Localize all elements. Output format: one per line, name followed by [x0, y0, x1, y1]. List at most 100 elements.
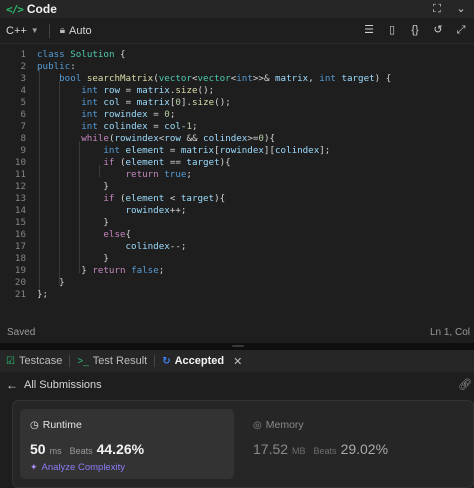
tab-label: Test Result: [92, 355, 148, 367]
expand-icon[interactable]: ⤢: [454, 23, 468, 37]
line-number: 10: [14, 157, 26, 168]
code-line: 17 colindex--;: [0, 241, 474, 253]
performance-card: ◷ Runtime 50 ms Beats 44.26% ✦ Analyze C…: [12, 400, 474, 488]
memory-unit: MB: [292, 446, 306, 456]
line-number: 1: [20, 49, 26, 60]
runtime-unit: ms: [49, 446, 62, 456]
line-number: 15: [14, 217, 26, 228]
code-line: 2 public:: [0, 61, 474, 73]
cursor-position: Ln 1, Col: [429, 327, 470, 338]
line-number: 14: [14, 205, 26, 216]
drag-handle[interactable]: [232, 345, 244, 347]
line-number: 16: [14, 229, 26, 240]
code-line: 20 }: [0, 277, 474, 289]
analyze-complexity-label: Analyze Complexity: [41, 462, 125, 473]
bookmark-icon[interactable]: ▯: [385, 23, 399, 37]
toolbar-divider: [48, 23, 50, 38]
code-line: 5 int col = matrix[0].size();: [0, 97, 474, 109]
sparkle-icon: ✦: [30, 462, 38, 472]
line-number: 2: [20, 61, 26, 72]
runtime-panel[interactable]: ◷ Runtime 50 ms Beats 44.26% ✦ Analyze C…: [20, 409, 234, 479]
close-icon[interactable]: ✕: [233, 355, 242, 368]
window-controls: ⛶ ⌄: [430, 2, 468, 16]
runtime-values: 50 ms Beats 44.26%: [30, 441, 144, 457]
tab-label: Testcase: [18, 355, 63, 367]
fullscreen-icon[interactable]: ⛶: [430, 2, 444, 16]
history-icon: ↻: [162, 355, 171, 367]
all-submissions-label: All Submissions: [24, 379, 102, 391]
saved-status: Saved: [7, 326, 36, 338]
memory-panel[interactable]: ◎ Memory 17.52 MB Beats 29.02%: [243, 409, 463, 479]
code-editor[interactable]: 1 class Solution { 2 public: 3 bool search…: [0, 45, 474, 321]
runtime-value: 50: [30, 441, 46, 457]
auto-mode-label: Auto: [69, 24, 92, 37]
code-line: 21};: [0, 289, 474, 301]
memory-value: 17.52: [253, 441, 289, 457]
share-link-icon[interactable]: 🔗︎: [458, 378, 472, 391]
memory-beats-label: Beats: [313, 446, 337, 456]
line-number: 17: [14, 241, 26, 252]
editor-status-bar: Saved Ln 1, Col: [0, 321, 474, 343]
minimize-icon[interactable]: ⌄: [454, 2, 468, 16]
language-label: C++: [6, 24, 27, 37]
code-line: 15 }: [0, 217, 474, 229]
line-number: 18: [14, 253, 26, 264]
code-line: 7 int colindex = col-1;: [0, 121, 474, 133]
tab-label: Accepted: [174, 355, 225, 367]
panel-title: Code: [26, 2, 57, 16]
line-number: 5: [20, 97, 26, 108]
code-line: 11 return true;: [0, 169, 474, 181]
runtime-header: ◷ Runtime: [30, 419, 82, 431]
memory-values: 17.52 MB Beats 29.02%: [253, 441, 388, 457]
submission-result: ← All Submissions 🔗︎ ◷ Runtime 50 ms Bea…: [0, 372, 474, 488]
braces-icon[interactable]: {}: [408, 23, 422, 37]
code-line: 8 while(rowindex<row && colindex>=0){: [0, 133, 474, 145]
tab-testcase[interactable]: ☑ Testcase: [6, 355, 62, 367]
analyze-complexity-button[interactable]: ✦ Analyze Complexity: [30, 462, 125, 473]
runtime-beats-label: Beats: [69, 446, 93, 456]
clock-icon: ◷: [30, 419, 39, 431]
chevron-down-icon: ▼: [30, 26, 39, 35]
code-line: 3 bool searchMatrix(vector<vector<int>>&…: [0, 73, 474, 85]
line-number: 12: [14, 181, 26, 192]
line-number: 19: [14, 265, 26, 276]
auto-mode-toggle[interactable]: 🔒︎ Auto: [60, 25, 92, 37]
format-icon[interactable]: ☰: [362, 23, 376, 37]
tab-divider: [154, 355, 156, 367]
tab-divider: [69, 355, 71, 367]
lock-icon: 🔒︎: [59, 25, 66, 36]
line-number: 21: [14, 289, 26, 300]
panel-splitter[interactable]: [0, 343, 474, 350]
reset-icon[interactable]: ↺: [431, 23, 445, 37]
memory-label: Memory: [265, 419, 304, 431]
code-line: 9 int element = matrix[rowindex][colinde…: [0, 145, 474, 157]
terminal-icon: >_: [77, 355, 89, 367]
code-line: 13 if (element < target){: [0, 193, 474, 205]
tab-accepted[interactable]: ↻ Accepted ✕: [162, 355, 242, 368]
code-line: 4 int row = matrix.size();: [0, 85, 474, 97]
line-number: 13: [14, 193, 26, 204]
code-icon: </>: [6, 2, 24, 16]
line-number: 20: [14, 277, 26, 288]
all-submissions-link[interactable]: ← All Submissions: [6, 378, 102, 392]
code-line: 10 if (element == target){: [0, 157, 474, 169]
line-number: 6: [20, 109, 26, 120]
code-line: 19 } return false;: [0, 265, 474, 277]
checkbox-icon: ☑: [6, 355, 15, 367]
code-panel-header: </> Code ⛶ ⌄: [0, 0, 474, 18]
line-number: 9: [20, 145, 26, 156]
arrow-left-icon: ←: [6, 378, 18, 392]
editor-toolbar: C++ ▼ 🔒︎ Auto ☰ ▯ {} ↺ ⤢: [0, 18, 474, 44]
toolbar-actions: ☰ ▯ {} ↺ ⤢: [362, 23, 468, 37]
code-line: 16 else{: [0, 229, 474, 241]
tab-test-result[interactable]: >_ Test Result: [77, 355, 147, 367]
line-number: 8: [20, 133, 26, 144]
memory-chip-icon: ◎: [253, 419, 262, 431]
code-line: 18 }: [0, 253, 474, 265]
line-number: 11: [14, 169, 26, 180]
runtime-label: Runtime: [42, 419, 82, 431]
memory-beats-value: 29.02%: [340, 441, 389, 457]
code-line: 14 rowindex++;: [0, 205, 474, 217]
code-line: 12 }: [0, 181, 474, 193]
language-select[interactable]: C++ ▼: [6, 25, 39, 37]
